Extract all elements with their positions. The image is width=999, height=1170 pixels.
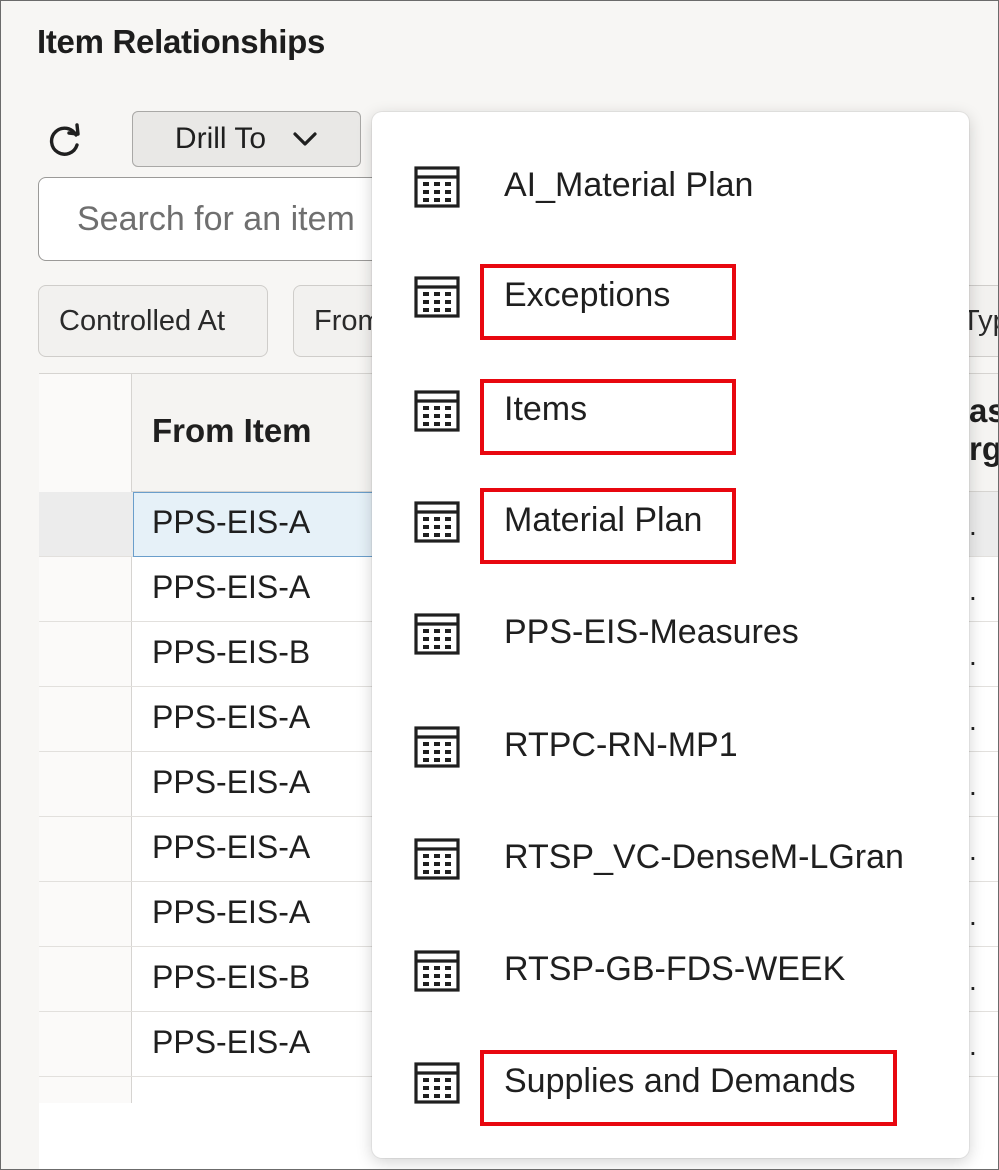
truncated-cell: . bbox=[969, 705, 977, 736]
from-item-cell: PPS-EIS-A bbox=[152, 764, 311, 800]
filter-chip-controlled-at[interactable]: Controlled At bbox=[38, 285, 268, 357]
menu-item-material-plan[interactable]: Material Plan bbox=[372, 477, 969, 567]
from-item-cell: PPS-EIS-A bbox=[152, 829, 311, 865]
menu-item-rtsp-gb-fds-week[interactable]: RTSP-GB-FDS-WEEK bbox=[372, 926, 969, 1016]
page-title: Item Relationships bbox=[37, 23, 325, 60]
app-frame: Item Relationships Drill To Controlled A… bbox=[0, 0, 999, 1170]
from-item-cell: PPS-EIS-A bbox=[152, 504, 311, 540]
column-header-from-item[interactable]: From Item bbox=[152, 412, 312, 450]
menu-item-rtpc-rn-mp1[interactable]: RTPC-RN-MP1 bbox=[372, 702, 969, 792]
menu-item-pps-eis-measures[interactable]: PPS-EIS-Measures bbox=[372, 589, 969, 679]
menu-item-label: Material Plan bbox=[504, 501, 703, 539]
from-item-cell: PPS-EIS-A bbox=[152, 894, 311, 930]
truncated-cell: . bbox=[969, 835, 977, 866]
from-item-cell: PPS-EIS-A bbox=[152, 699, 311, 735]
truncated-cell: . bbox=[969, 770, 977, 801]
drill-to-button[interactable]: Drill To bbox=[132, 111, 361, 167]
refresh-icon[interactable] bbox=[45, 121, 85, 161]
menu-item-supplies-and-demands[interactable]: Supplies and Demands bbox=[372, 1038, 969, 1128]
menu-item-rtsp-vc-densem-lgran[interactable]: RTSP_VC-DenseM-LGran bbox=[372, 814, 969, 904]
from-item-cell: PPS-EIS-B bbox=[152, 959, 311, 995]
table-grid-icon bbox=[414, 1062, 460, 1104]
filter-chip-label: Controlled At bbox=[59, 304, 226, 337]
table-grid-icon bbox=[414, 276, 460, 318]
from-item-cell: PPS-EIS-B bbox=[152, 634, 311, 670]
menu-item-label: RTSP_VC-DenseM-LGran bbox=[504, 838, 904, 876]
table-grid-icon bbox=[414, 501, 460, 543]
truncated-cell: . bbox=[969, 965, 977, 996]
truncated-cell: . bbox=[969, 575, 977, 606]
menu-item-label: RTPC-RN-MP1 bbox=[504, 726, 738, 764]
drill-to-label: Drill To bbox=[174, 122, 267, 155]
menu-item-items[interactable]: Items bbox=[372, 366, 969, 456]
column-header-truncated[interactable]: as rga bbox=[969, 392, 998, 468]
menu-item-label: AI_Material Plan bbox=[504, 166, 754, 204]
chevron-down-icon bbox=[293, 132, 317, 146]
from-item-cell: PPS-EIS-A bbox=[152, 1024, 311, 1060]
table-grid-icon bbox=[414, 950, 460, 992]
menu-item-exceptions[interactable]: Exceptions bbox=[372, 252, 969, 342]
table-grid-icon bbox=[414, 838, 460, 880]
table-grid-icon bbox=[414, 613, 460, 655]
from-item-cell: PPS-EIS-A bbox=[152, 569, 311, 605]
menu-item-label: Items bbox=[504, 390, 588, 428]
drill-to-menu: AI_Material Plan Exceptions Items Materi… bbox=[372, 112, 969, 1158]
table-grid-icon bbox=[414, 166, 460, 208]
truncated-cell: . bbox=[969, 900, 977, 931]
menu-item-label: PPS-EIS-Measures bbox=[504, 613, 799, 651]
table-grid-icon bbox=[414, 726, 460, 768]
truncated-cell: . bbox=[969, 510, 977, 541]
truncated-cell: . bbox=[969, 1030, 977, 1061]
menu-item-ai-material-plan[interactable]: AI_Material Plan bbox=[372, 142, 969, 232]
menu-item-label: Exceptions bbox=[504, 276, 671, 314]
menu-item-label: RTSP-GB-FDS-WEEK bbox=[504, 950, 846, 988]
truncated-cell: . bbox=[969, 640, 977, 671]
menu-item-label: Supplies and Demands bbox=[504, 1062, 856, 1100]
table-grid-icon bbox=[414, 390, 460, 432]
